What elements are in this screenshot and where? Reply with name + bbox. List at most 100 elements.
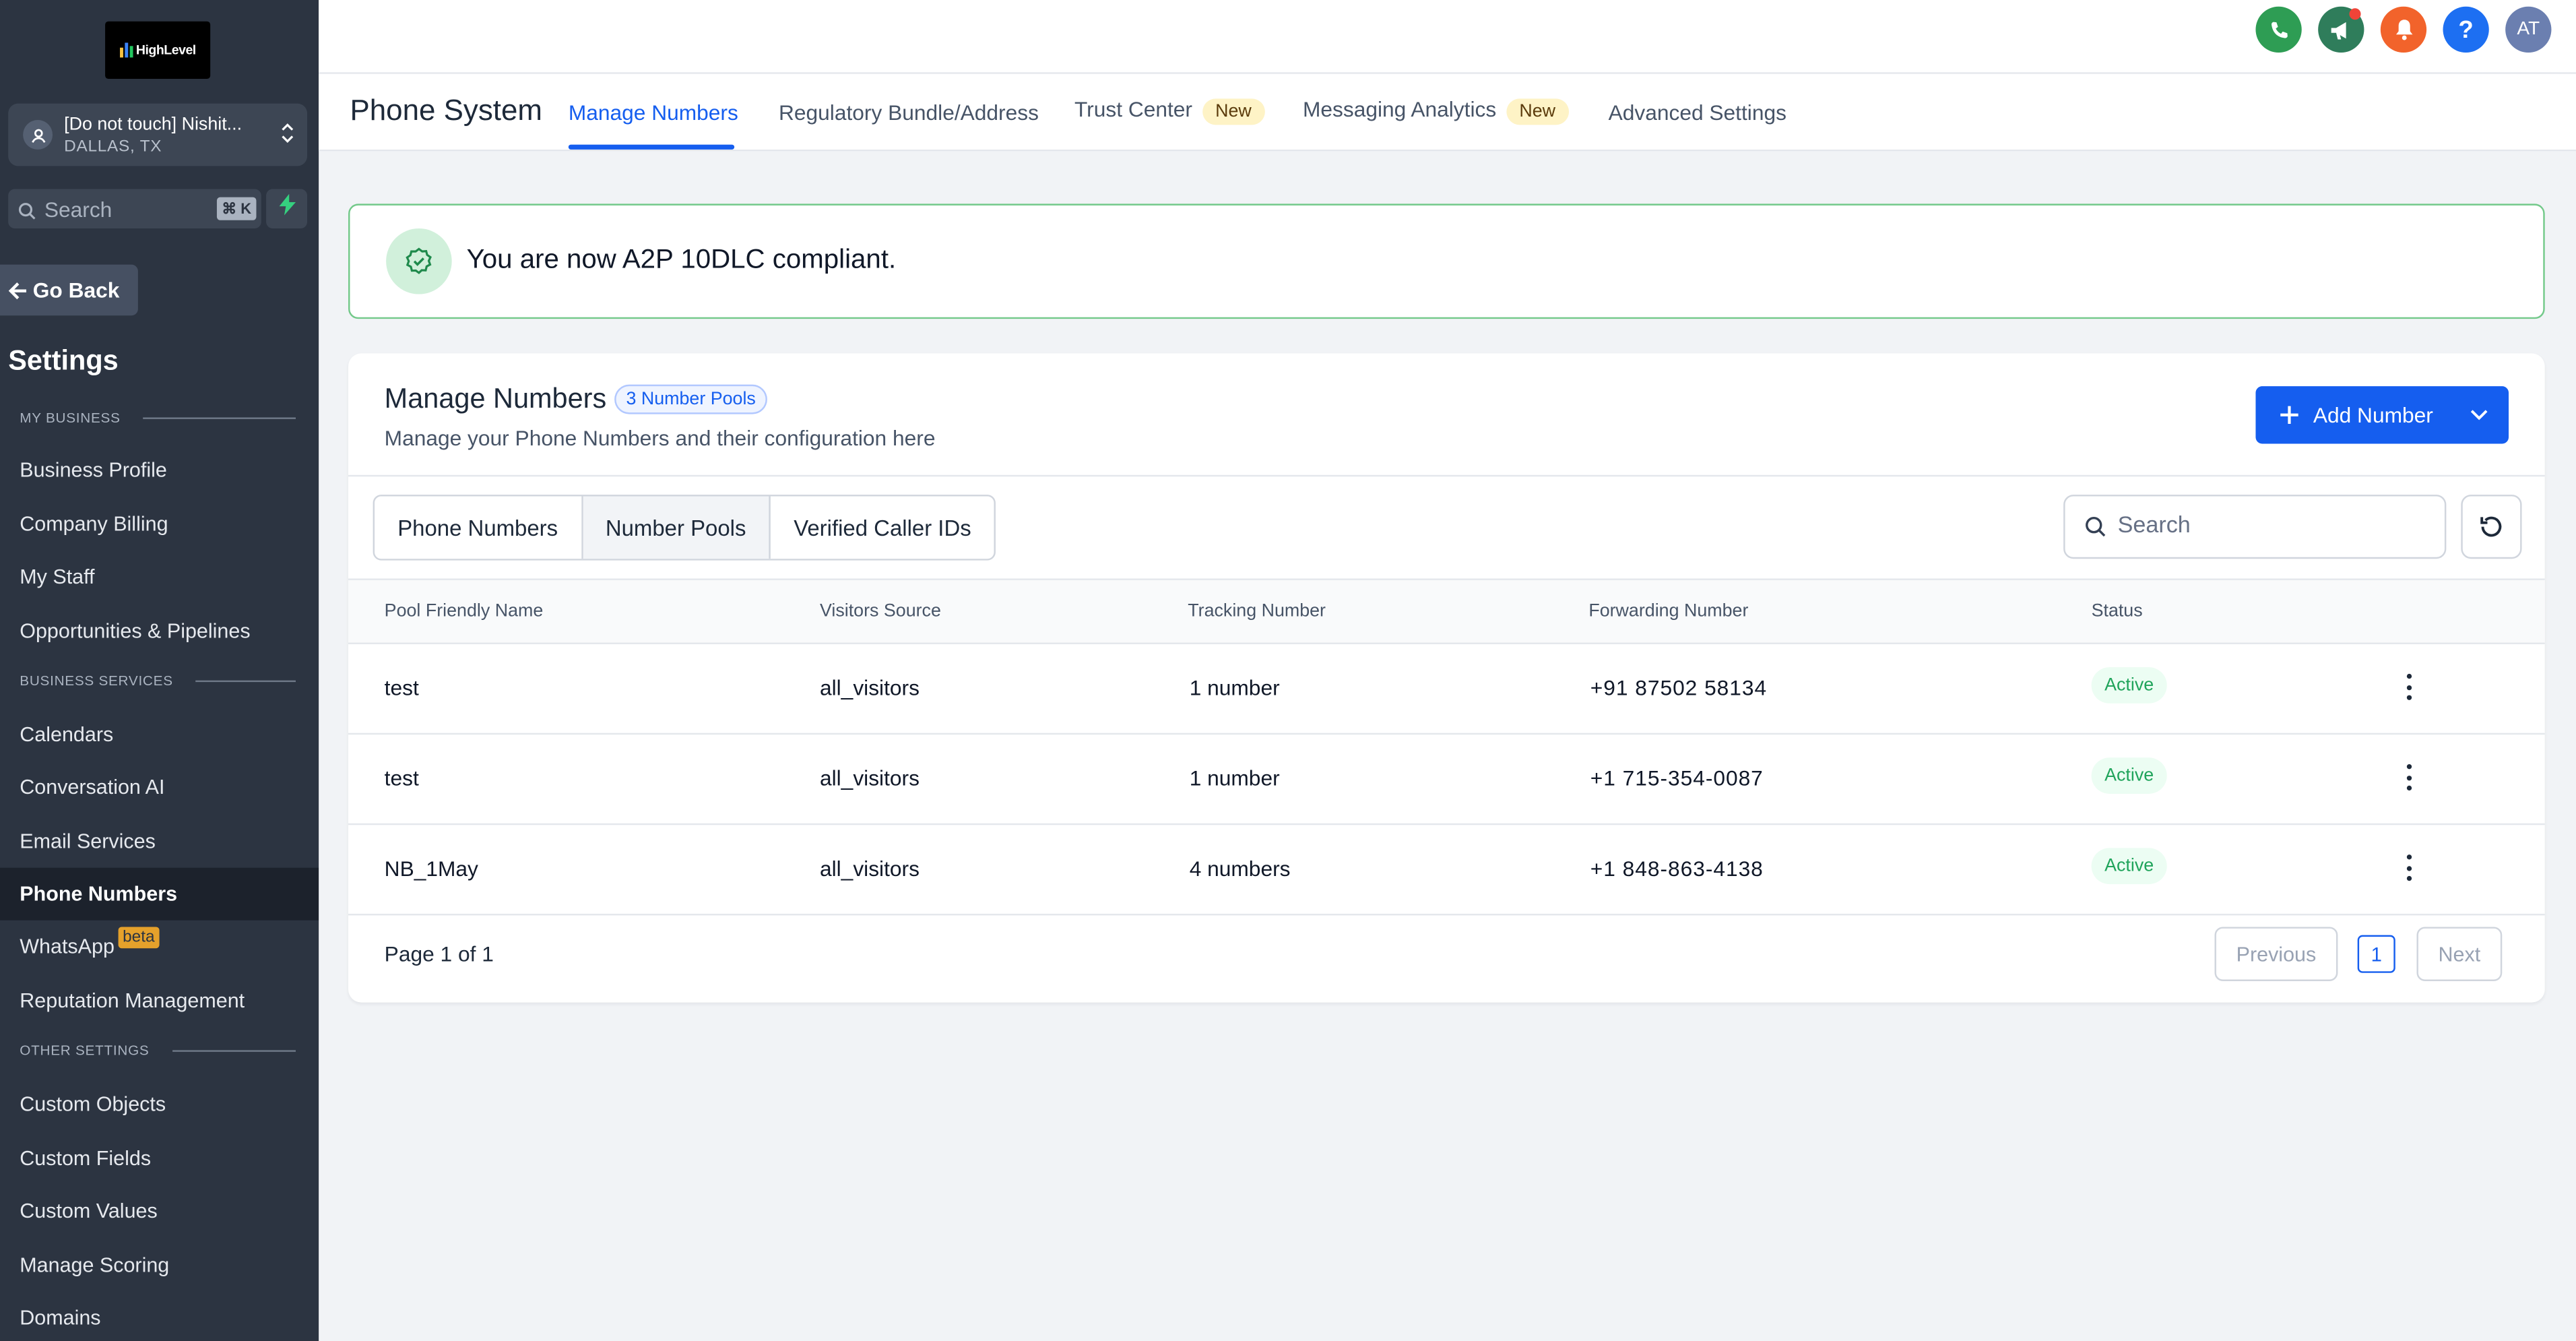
status-badge: Active <box>2091 667 2167 704</box>
sidebar-item-conversation-ai[interactable]: Conversation AI <box>20 776 164 799</box>
view-switcher: Phone Numbers Number Pools Verified Call… <box>373 495 996 561</box>
table-row[interactable]: NB_1May all_visitors 4 numbers +1 848-86… <box>348 823 2545 916</box>
bell-icon <box>2395 20 2412 40</box>
plus-icon <box>2280 406 2298 425</box>
table-header: Pool Friendly Name Visitors Source Track… <box>348 578 2545 645</box>
location-icon <box>23 120 53 150</box>
more-options-icon[interactable] <box>2400 761 2416 794</box>
table-search <box>2063 495 2447 559</box>
pool-name: test <box>384 675 419 700</box>
header-forwarding-number[interactable]: Forwarding Number <box>1588 602 1748 621</box>
section-my-business: MY BUSINESS <box>20 409 296 426</box>
previous-button[interactable]: Previous <box>2214 927 2338 981</box>
visitors-source: all_visitors <box>819 675 920 700</box>
help-button[interactable]: ? <box>2443 6 2489 53</box>
search-input[interactable] <box>2114 509 2433 539</box>
header-pool-name[interactable]: Pool Friendly Name <box>385 602 544 621</box>
account-switcher[interactable]: [Do not touch] Nishit... DALLAS, TX <box>8 103 308 166</box>
new-badge: New <box>1506 98 1569 125</box>
tab-trust-center[interactable]: Trust Center New <box>1074 97 1265 125</box>
header-status[interactable]: Status <box>2092 602 2143 621</box>
header-visitors-source[interactable]: Visitors Source <box>820 602 941 621</box>
quick-actions-button[interactable] <box>266 189 308 228</box>
sidebar-item-company-billing[interactable]: Company Billing <box>20 513 168 536</box>
status-badge: Active <box>2091 848 2167 885</box>
sidebar-search-placeholder: Search <box>44 197 112 222</box>
page-header: Phone System Manage Numbers Regulatory B… <box>319 73 2576 152</box>
phone-button[interactable] <box>2255 6 2302 53</box>
section-other-settings: OTHER SETTINGS <box>20 1042 296 1059</box>
manage-numbers-card: Manage Numbers 3 Number Pools Manage your… <box>348 353 2545 1003</box>
new-badge: New <box>1202 98 1265 125</box>
sidebar-item-whatsapp[interactable]: WhatsApp beta <box>20 927 160 960</box>
lightning-icon <box>278 193 295 224</box>
tab-manage-numbers[interactable]: Manage Numbers <box>569 100 738 125</box>
segment-number-pools[interactable]: Number Pools <box>582 496 771 559</box>
page-info: Page 1 of 1 <box>384 941 494 967</box>
tracking-number: 1 number <box>1189 766 1280 791</box>
tab-messaging-analytics[interactable]: Messaging Analytics New <box>1303 97 1569 125</box>
table-row[interactable]: test all_visitors 1 number +1 715-354-00… <box>348 733 2545 825</box>
messaging-analytics-label: Messaging Analytics <box>1302 96 1497 122</box>
segment-verified-caller-ids[interactable]: Verified Caller IDs <box>771 497 994 559</box>
phone-icon <box>2270 21 2287 38</box>
tab-advanced-settings[interactable]: Advanced Settings <box>1609 100 1786 125</box>
active-tab-indicator <box>568 144 735 150</box>
sidebar-item-reputation[interactable]: Reputation Management <box>20 989 245 1012</box>
pool-name: test <box>384 766 419 791</box>
tab-regulatory-bundle[interactable]: Regulatory Bundle/Address <box>779 100 1039 125</box>
segment-phone-numbers[interactable]: Phone Numbers <box>375 496 583 559</box>
section-business-services: BUSINESS SERVICES <box>20 672 296 689</box>
sidebar-item-custom-values[interactable]: Custom Values <box>20 1199 157 1222</box>
header-tracking-number[interactable]: Tracking Number <box>1188 602 1326 621</box>
search-icon <box>18 199 36 228</box>
more-options-icon[interactable] <box>2400 670 2416 704</box>
refresh-button[interactable] <box>2461 495 2522 559</box>
logo-bars-icon <box>119 42 133 58</box>
search-icon <box>2085 516 2106 546</box>
sidebar-item-custom-fields[interactable]: Custom Fields <box>20 1147 151 1170</box>
chevron-up-down-icon <box>281 121 294 152</box>
announcements-button[interactable] <box>2318 6 2364 53</box>
refresh-icon <box>2480 516 2502 537</box>
compliance-banner: You are now A2P 10DLC compliant. <box>348 204 2545 319</box>
search-shortcut: ⌘ K <box>216 197 257 220</box>
settings-title: Settings <box>8 345 119 377</box>
sidebar-item-my-staff[interactable]: My Staff <box>20 565 94 588</box>
sidebar-item-manage-scoring[interactable]: Manage Scoring <box>20 1254 169 1277</box>
sidebar-item-domains[interactable]: Domains <box>20 1307 100 1330</box>
tracking-number: 4 numbers <box>1189 856 1291 881</box>
visitors-source: all_visitors <box>819 856 920 881</box>
arrow-left-icon <box>8 281 27 299</box>
go-back-label: Go Back <box>32 278 120 303</box>
sidebar-item-business-profile[interactable]: Business Profile <box>20 458 167 481</box>
card-title: Manage Numbers 3 Number Pools <box>385 383 767 417</box>
go-back-button[interactable]: Go Back <box>0 264 138 316</box>
chevron-down-icon[interactable] <box>2470 406 2489 422</box>
pool-name: NB_1May <box>384 856 478 881</box>
whatsapp-label: WhatsApp <box>20 935 115 958</box>
tracking-number: 1 number <box>1189 675 1280 700</box>
visitors-source: all_visitors <box>819 766 920 791</box>
notifications-button[interactable] <box>2380 6 2427 53</box>
add-number-button[interactable]: Add Number <box>2255 386 2509 444</box>
more-options-icon[interactable] <box>2400 851 2416 884</box>
highlevel-logo[interactable]: HighLevel <box>105 21 211 80</box>
status-badge: Active <box>2091 757 2167 794</box>
sidebar-item-opportunities[interactable]: Opportunities & Pipelines <box>20 619 250 642</box>
card-subtitle: Manage your Phone Numbers and their conf… <box>384 425 936 451</box>
account-name: [Do not touch] Nishit... <box>64 115 243 135</box>
add-number-label: Add Number <box>2313 402 2433 428</box>
logo-text: HighLevel <box>135 42 196 58</box>
table-row[interactable]: test all_visitors 1 number +91 87502 581… <box>348 643 2545 735</box>
page-number-button[interactable]: 1 <box>2357 935 2395 973</box>
sidebar-item-calendars[interactable]: Calendars <box>20 723 113 746</box>
sidebar-item-custom-objects[interactable]: Custom Objects <box>20 1093 166 1116</box>
next-button[interactable]: Next <box>2416 927 2503 981</box>
sidebar-item-phone-numbers[interactable]: Phone Numbers <box>20 883 177 906</box>
forwarding-number: +1 848-863-4138 <box>1590 856 1764 881</box>
top-bar: ? AT <box>319 0 2576 74</box>
sidebar-search[interactable]: Search ⌘ K <box>8 189 261 228</box>
sidebar-item-email-services[interactable]: Email Services <box>20 830 156 853</box>
user-avatar[interactable]: AT <box>2505 6 2552 53</box>
